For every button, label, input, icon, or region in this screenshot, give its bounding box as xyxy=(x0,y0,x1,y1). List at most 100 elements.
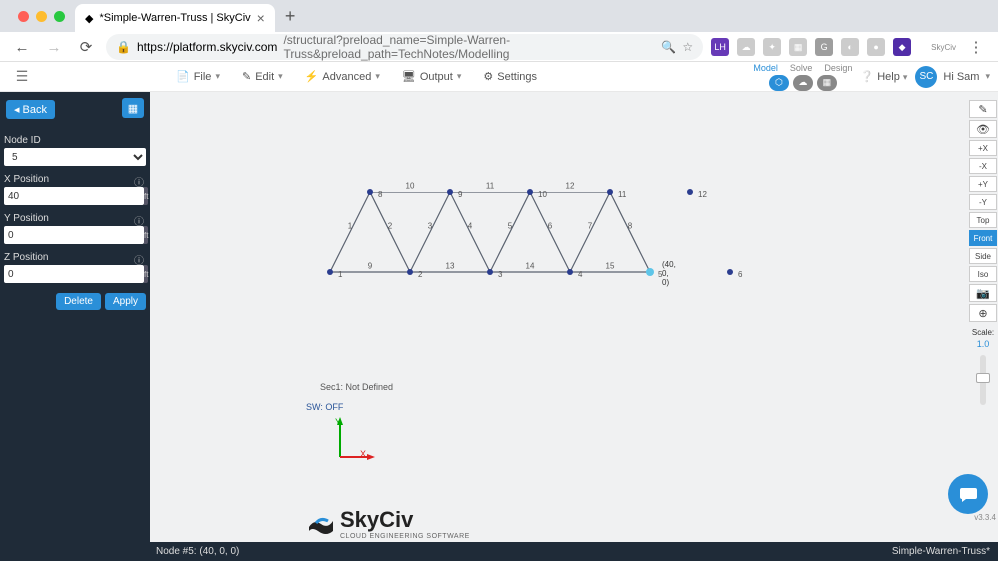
truss-node[interactable] xyxy=(527,189,533,195)
node-id-select[interactable]: 5 xyxy=(4,148,146,166)
mode-solve[interactable]: Solve xyxy=(790,63,813,73)
member-label: 5 xyxy=(508,222,512,231)
browser-tab[interactable]: ◆ *Simple-Warren-Truss | SkyCiv × xyxy=(75,4,275,32)
truss-node[interactable] xyxy=(487,269,493,275)
view-plus-y[interactable]: +Y xyxy=(969,176,997,192)
new-tab-button[interactable]: + xyxy=(285,6,296,27)
design-icon[interactable]: ▦ xyxy=(817,75,837,91)
x-position-input[interactable] xyxy=(4,187,144,205)
chevron-down-icon: ▾ xyxy=(903,72,908,82)
bolt-icon: ⚡ xyxy=(305,70,319,83)
node-tooltip: (40, 0, 0) xyxy=(662,260,676,287)
slider-thumb[interactable] xyxy=(976,373,990,383)
extension-icon[interactable]: ◆ xyxy=(893,38,911,56)
camera-icon[interactable]: 📷 xyxy=(969,284,997,302)
mode-model[interactable]: Model xyxy=(753,63,778,73)
output-menu[interactable]: 🖥Output▾ xyxy=(402,70,462,83)
chevron-down-icon: ▾ xyxy=(985,71,990,82)
extension-icons: LH ☁ ✦ ▦ G ◐ ● ◆ SkyCiv ⋮ xyxy=(711,35,988,59)
close-tab-icon[interactable]: × xyxy=(257,10,265,26)
status-bar: Node #5: (40, 0, 0) Simple-Warren-Truss* xyxy=(0,542,998,561)
view-plus-x[interactable]: +X xyxy=(969,140,997,156)
forward-icon[interactable]: → xyxy=(42,35,66,59)
star-icon[interactable]: ☆ xyxy=(682,40,693,54)
member-label: 15 xyxy=(606,262,615,271)
extension-icon[interactable]: G xyxy=(815,38,833,56)
scale-value: 1.0 xyxy=(977,339,990,349)
advanced-menu[interactable]: ⚡Advanced▾ xyxy=(305,70,380,83)
close-window[interactable] xyxy=(18,11,29,22)
member-label: 14 xyxy=(526,262,535,271)
hamburger-icon[interactable]: ☰ xyxy=(8,68,36,85)
truss-node[interactable] xyxy=(567,269,573,275)
truss-node[interactable] xyxy=(646,268,654,276)
back-icon[interactable]: ← xyxy=(10,35,34,59)
view-front[interactable]: Front xyxy=(969,230,997,246)
status-right: Simple-Warren-Truss* xyxy=(892,546,990,557)
truss-node[interactable] xyxy=(447,189,453,195)
monitor-icon: 🖥 xyxy=(402,70,416,83)
search-in-page-icon[interactable]: 🔍 xyxy=(661,40,676,54)
truss-node[interactable] xyxy=(367,189,373,195)
model-canvas[interactable]: 12345678910111213141512345(40, 0, 0)6891… xyxy=(150,92,998,542)
minimize-window[interactable] xyxy=(36,11,47,22)
z-position-input[interactable] xyxy=(4,265,144,283)
view-side[interactable]: Side xyxy=(969,248,997,264)
crosshair-icon[interactable]: ⊕ xyxy=(969,304,997,322)
truss-node[interactable] xyxy=(687,189,693,195)
settings-menu[interactable]: ⚙Settings xyxy=(483,70,537,83)
chevron-down-icon: ▾ xyxy=(278,71,283,82)
truss-node[interactable] xyxy=(407,269,413,275)
pencil-tool-icon[interactable]: ✎ xyxy=(969,100,997,118)
back-button[interactable]: ◂ Back xyxy=(6,100,55,119)
extension-icon[interactable]: SkyCiv xyxy=(931,43,956,52)
address-bar[interactable]: 🔒 https://platform.skyciv.com/structural… xyxy=(106,34,703,60)
apply-button[interactable]: Apply xyxy=(105,293,146,310)
file-menu[interactable]: 📄File▾ xyxy=(176,70,220,83)
member-label: 3 xyxy=(428,222,432,231)
maximize-window[interactable] xyxy=(54,11,65,22)
user-menu[interactable]: SC Hi Sam ▾ xyxy=(915,66,990,88)
extension-icon[interactable]: LH xyxy=(711,38,729,56)
avatar: SC xyxy=(915,66,937,88)
info-icon[interactable]: ⓘ xyxy=(134,252,144,267)
node-label: 3 xyxy=(498,270,502,279)
node-label: 10 xyxy=(538,190,547,199)
info-icon[interactable]: ⓘ xyxy=(134,174,144,189)
node-label: 1 xyxy=(338,270,342,279)
url-domain: https://platform.skyciv.com xyxy=(137,40,277,54)
truss-node[interactable] xyxy=(727,269,733,275)
app-toolbar: ☰ 📄File▾ ✎Edit▾ ⚡Advanced▾ 🖥Output▾ ⚙Set… xyxy=(0,62,998,92)
delete-button[interactable]: Delete xyxy=(56,293,101,310)
datasheet-button[interactable]: ▦ xyxy=(122,98,144,118)
info-icon[interactable]: ⓘ xyxy=(134,213,144,228)
view-top[interactable]: Top xyxy=(969,212,997,228)
chat-button[interactable] xyxy=(948,474,988,514)
reload-icon[interactable]: ⟳ xyxy=(74,35,98,59)
scale-slider[interactable] xyxy=(980,355,986,405)
truss-node[interactable] xyxy=(327,269,333,275)
extension-icon[interactable]: ● xyxy=(867,38,885,56)
browser-menu-icon[interactable]: ⋮ xyxy=(964,35,988,59)
help-menu[interactable]: ❔ Help ▾ xyxy=(860,70,907,83)
node-label: 2 xyxy=(418,270,422,279)
solve-icon[interactable]: ☁ xyxy=(793,75,813,91)
selfweight-label: SW: OFF xyxy=(306,402,343,412)
view-iso[interactable]: Iso xyxy=(969,266,997,282)
edit-menu[interactable]: ✎Edit▾ xyxy=(242,70,283,83)
window-controls[interactable] xyxy=(8,11,75,22)
mode-design[interactable]: Design xyxy=(824,63,852,73)
visibility-icon[interactable]: 👁 xyxy=(969,120,997,138)
extension-icon[interactable]: ▦ xyxy=(789,38,807,56)
view-minus-y[interactable]: -Y xyxy=(969,194,997,210)
member-label: 10 xyxy=(406,182,415,191)
axis-indicator: Y X xyxy=(335,417,375,467)
model-icon[interactable]: ⬡ xyxy=(769,75,789,91)
view-minus-x[interactable]: -X xyxy=(969,158,997,174)
truss-node[interactable] xyxy=(607,189,613,195)
y-position-input[interactable] xyxy=(4,226,144,244)
extension-icon[interactable]: ◐ xyxy=(841,38,859,56)
view-toolbar: ✎ 👁 +X -X +Y -Y Top Front Side Iso 📷 ⊕ S… xyxy=(968,100,998,405)
extension-icon[interactable]: ✦ xyxy=(763,38,781,56)
extension-icon[interactable]: ☁ xyxy=(737,38,755,56)
